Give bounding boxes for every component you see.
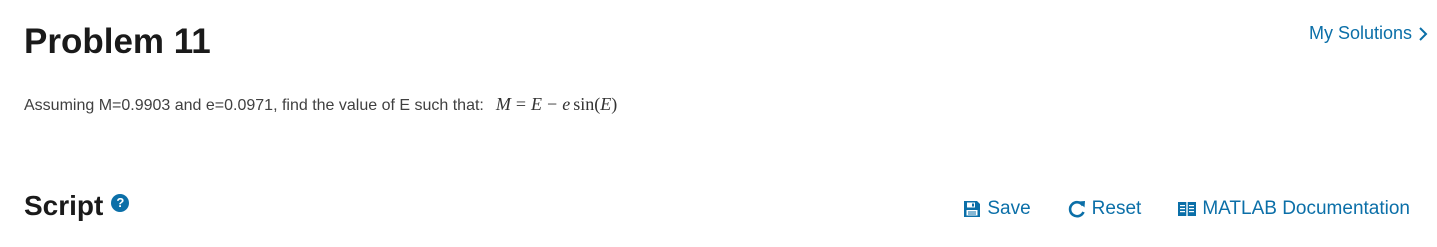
equation-equals: = <box>515 94 527 114</box>
matlab-documentation-link[interactable]: MATLAB Documentation <box>1177 198 1410 220</box>
reset-button[interactable]: Reset <box>1067 198 1142 220</box>
book-icon <box>1178 202 1197 216</box>
floppy-disk-icon <box>964 201 981 217</box>
script-heading: Script ? <box>24 188 130 224</box>
equation-arg: E <box>600 94 612 114</box>
my-solutions-label: My Solutions <box>1308 23 1412 43</box>
script-title: Script <box>24 190 104 221</box>
equation-func: sin <box>573 94 595 114</box>
save-label: Save <box>987 198 1031 219</box>
reset-icon <box>1068 200 1085 218</box>
script-toolbar: Save Reset MATLAB Documentation <box>962 198 1410 220</box>
problem-description: Assuming M=0.9903 and e=0.0971, find the… <box>24 97 484 114</box>
my-solutions-link[interactable]: My Solutions <box>1309 23 1428 44</box>
problem-statement: Assuming M=0.9903 and e=0.0971, find the… <box>24 94 617 115</box>
equation-minus: − <box>547 94 558 114</box>
save-button[interactable]: Save <box>962 198 1031 220</box>
equation-close-paren: ) <box>611 94 618 114</box>
equation-coef: e <box>562 94 571 114</box>
page-title: Problem 11 <box>24 22 211 61</box>
reset-label: Reset <box>1091 198 1142 219</box>
equation-lhs: M <box>495 94 511 114</box>
docs-label: MATLAB Documentation <box>1202 198 1410 219</box>
equation-term1: E <box>531 94 543 114</box>
help-icon[interactable]: ? <box>111 194 130 212</box>
equation: M = E − e sin(E) <box>496 94 617 115</box>
chevron-right-icon <box>1419 26 1428 41</box>
